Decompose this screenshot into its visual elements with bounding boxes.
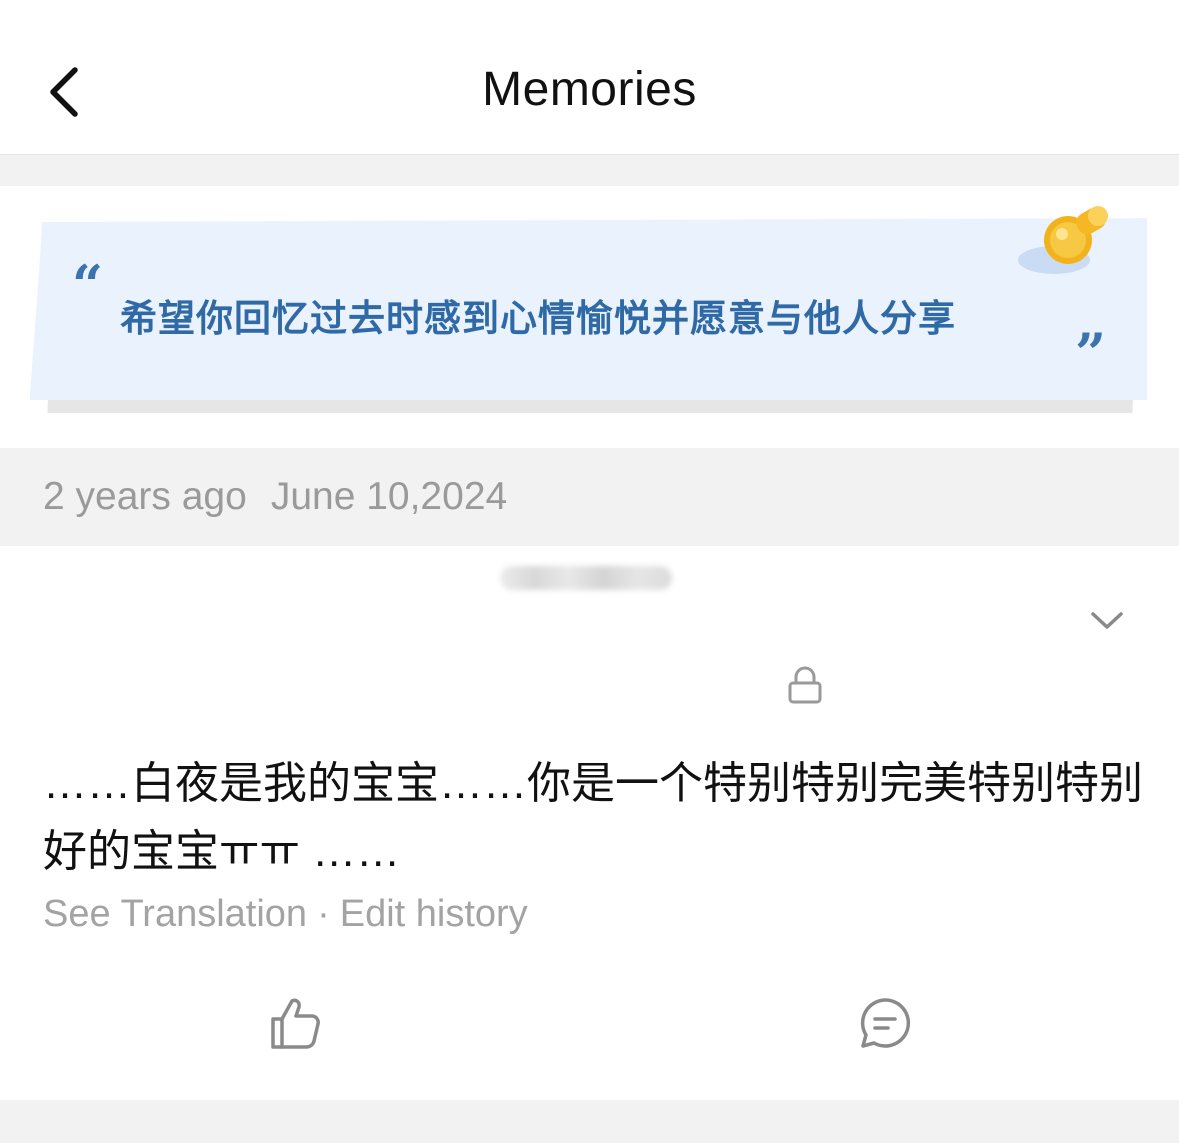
pushpin-icon	[1018, 206, 1108, 274]
post-text: ……白夜是我的宝宝……你是一个特别特别完美特别特别好的宝宝ㅠㅠ ……	[43, 759, 1143, 876]
chevron-down-icon	[1091, 612, 1123, 629]
link-separator: ·	[317, 893, 330, 935]
relative-date: 2 years ago	[43, 475, 247, 518]
like-button[interactable]	[262, 990, 328, 1056]
lock-icon	[788, 666, 822, 704]
author-name-blurred	[500, 566, 672, 590]
quote-close-mark: ”	[1075, 321, 1107, 385]
thumbs-up-icon	[271, 998, 320, 1049]
comment-button[interactable]	[852, 990, 918, 1056]
absolute-date: June 10,2024	[270, 475, 508, 518]
quote-text: 希望你回忆过去时感到心情愉悦并愿意与他人分享	[120, 296, 956, 340]
edit-history-link[interactable]: Edit history	[340, 893, 528, 935]
section-divider	[0, 155, 1179, 186]
page-title: Memories	[482, 63, 697, 116]
memories-page: Memories “ 希望你回忆过去时感到心情愉悦并愿意与他人分享 ” 2 ye…	[0, 0, 1179, 1143]
comment-icon	[860, 998, 911, 1048]
bottom-divider	[0, 1100, 1179, 1143]
see-translation-link[interactable]: See Translation	[43, 893, 307, 935]
quote-open-mark: “	[72, 253, 104, 317]
memory-date: 2 years ago June 10,2024	[43, 475, 507, 519]
top-nav-bar: Memories	[0, 0, 1179, 155]
post-links: See Translation · Edit history	[43, 893, 528, 936]
post-menu-button[interactable]	[1086, 600, 1128, 640]
